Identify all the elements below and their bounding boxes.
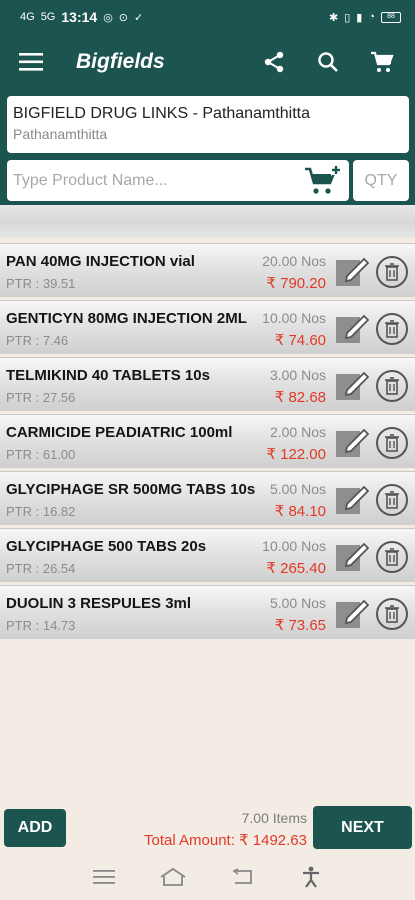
item-name: TELMIKIND 40 TABLETS 10s (6, 367, 210, 384)
cart-item-row[interactable]: TELMIKIND 40 TABLETS 10s PTR : 27.56 3.0… (0, 357, 415, 411)
item-name: GENTICYN 80MG INJECTION 2ML (6, 310, 247, 327)
delete-icon[interactable] (376, 598, 408, 630)
product-search-input[interactable] (13, 171, 303, 190)
nav-menu-icon[interactable] (89, 862, 119, 892)
item-name: CARMICIDE PEADIATRIC 100ml (6, 424, 233, 441)
item-ptr: PTR : 14.73 (6, 618, 76, 633)
item-name: DUOLIN 3 RESPULES 3ml (6, 595, 192, 612)
cart-item-row[interactable]: GENTICYN 80MG INJECTION 2ML PTR : 7.46 1… (0, 300, 415, 354)
item-name: GLYCIPHAGE SR 500MG TABS 10s (6, 481, 256, 498)
item-amount: ₹ 74.60 (274, 332, 326, 349)
item-amount: ₹ 122.00 (266, 446, 326, 463)
customer-info[interactable]: BIGFIELD DRUG LINKS - Pathanamthitta Pat… (7, 96, 409, 153)
item-qty: 20.00 Nos (262, 253, 326, 269)
total-amount: Total Amount: ₹ 1492.63 (144, 832, 307, 849)
delete-icon[interactable] (376, 370, 408, 402)
delete-icon[interactable] (376, 256, 408, 288)
item-qty: 5.00 Nos (269, 481, 326, 497)
notification-icon: ⊙ (118, 11, 129, 24)
item-name: GLYCIPHAGE 500 TABS 20s (6, 538, 207, 555)
share-icon[interactable] (257, 45, 291, 79)
item-qty: 10.00 Nos (262, 538, 326, 554)
whatsapp-icon: ◎ (103, 11, 113, 24)
item-ptr: PTR : 61.00 (6, 447, 76, 462)
delete-icon[interactable] (376, 313, 408, 345)
status-bar: 4G 5G 13:14 ◎ ⊙ ✓ ✱ ▯ ▮ ◔ 88 (0, 0, 415, 34)
delete-icon[interactable] (376, 427, 408, 459)
item-ptr: PTR : 7.46 (6, 333, 69, 348)
cart-item-row[interactable]: DUOLIN 3 RESPULES 3ml PTR : 14.73 5.00 N… (0, 585, 415, 639)
item-ptr: PTR : 39.51 (6, 276, 76, 291)
customer-city: Pathanamthitta (13, 126, 108, 142)
menu-icon[interactable] (16, 47, 46, 77)
toolbar: Bigfields (0, 34, 415, 90)
accessibility-icon[interactable] (296, 862, 326, 892)
qty-box (353, 160, 409, 201)
nav-home-icon[interactable] (158, 862, 188, 892)
customer-name: BIGFIELD DRUG LINKS - Pathanamthitta (13, 105, 310, 122)
check-icon: ✓ (134, 11, 144, 24)
item-amount: ₹ 790.20 (266, 275, 326, 292)
item-qty: 3.00 Nos (269, 367, 326, 383)
product-search-box (7, 160, 349, 201)
edit-icon[interactable] (335, 598, 370, 630)
bluetooth-icon: ✱ (329, 11, 339, 24)
cart-item-row[interactable]: GLYCIPHAGE 500 TABS 20s PTR : 26.54 10.0… (0, 528, 415, 582)
edit-icon[interactable] (335, 541, 370, 573)
edit-icon[interactable] (335, 313, 370, 345)
item-name: PAN 40MG INJECTION vial (6, 253, 195, 270)
cart-add-icon[interactable] (303, 164, 343, 198)
status-time: 13:14 (61, 9, 98, 25)
item-amount: ₹ 265.40 (266, 560, 326, 577)
edit-icon[interactable] (335, 484, 370, 516)
items-count: 7.00 Items (241, 810, 307, 826)
cart-item-row[interactable]: GLYCIPHAGE SR 500MG TABS 10s PTR : 16.82… (0, 471, 415, 525)
signal-icon: ▮ (356, 11, 363, 24)
cart-item-row[interactable]: CARMICIDE PEADIATRIC 100ml PTR : 61.00 2… (0, 414, 415, 468)
item-ptr: PTR : 26.54 (6, 561, 76, 576)
delete-icon[interactable] (376, 541, 408, 573)
item-ptr: PTR : 27.56 (6, 390, 76, 405)
edit-icon[interactable] (335, 256, 370, 288)
item-amount: ₹ 84.10 (274, 503, 326, 520)
battery-icon: 88 (381, 11, 401, 23)
app-title: Bigfields (76, 50, 165, 73)
network-indicator: 4G (20, 11, 35, 23)
item-qty: 5.00 Nos (269, 595, 326, 611)
item-qty: 2.00 Nos (269, 424, 326, 440)
edit-icon[interactable] (335, 370, 370, 402)
system-nav-bar (0, 853, 415, 900)
list-header-band (0, 205, 415, 238)
next-button[interactable]: NEXT (313, 806, 412, 849)
search-icon[interactable] (311, 45, 345, 79)
network-indicator-2: 5G (40, 11, 56, 23)
cart-item-list: PAN 40MG INJECTION vial PTR : 39.51 20.0… (0, 243, 415, 642)
cart-icon[interactable] (365, 45, 399, 79)
vibrate-icon: ▯ (344, 11, 351, 24)
edit-icon[interactable] (335, 427, 370, 459)
cart-item-row[interactable]: PAN 40MG INJECTION vial PTR : 39.51 20.0… (0, 243, 415, 297)
delete-icon[interactable] (376, 484, 408, 516)
add-button[interactable]: ADD (4, 809, 66, 847)
item-amount: ₹ 82.68 (274, 389, 326, 406)
wifi-icon: ◔ (368, 11, 375, 23)
nav-back-icon[interactable] (227, 862, 257, 892)
item-amount: ₹ 73.65 (274, 617, 326, 634)
item-ptr: PTR : 16.82 (6, 504, 76, 519)
qty-input[interactable] (356, 171, 406, 190)
item-qty: 10.00 Nos (262, 310, 326, 326)
